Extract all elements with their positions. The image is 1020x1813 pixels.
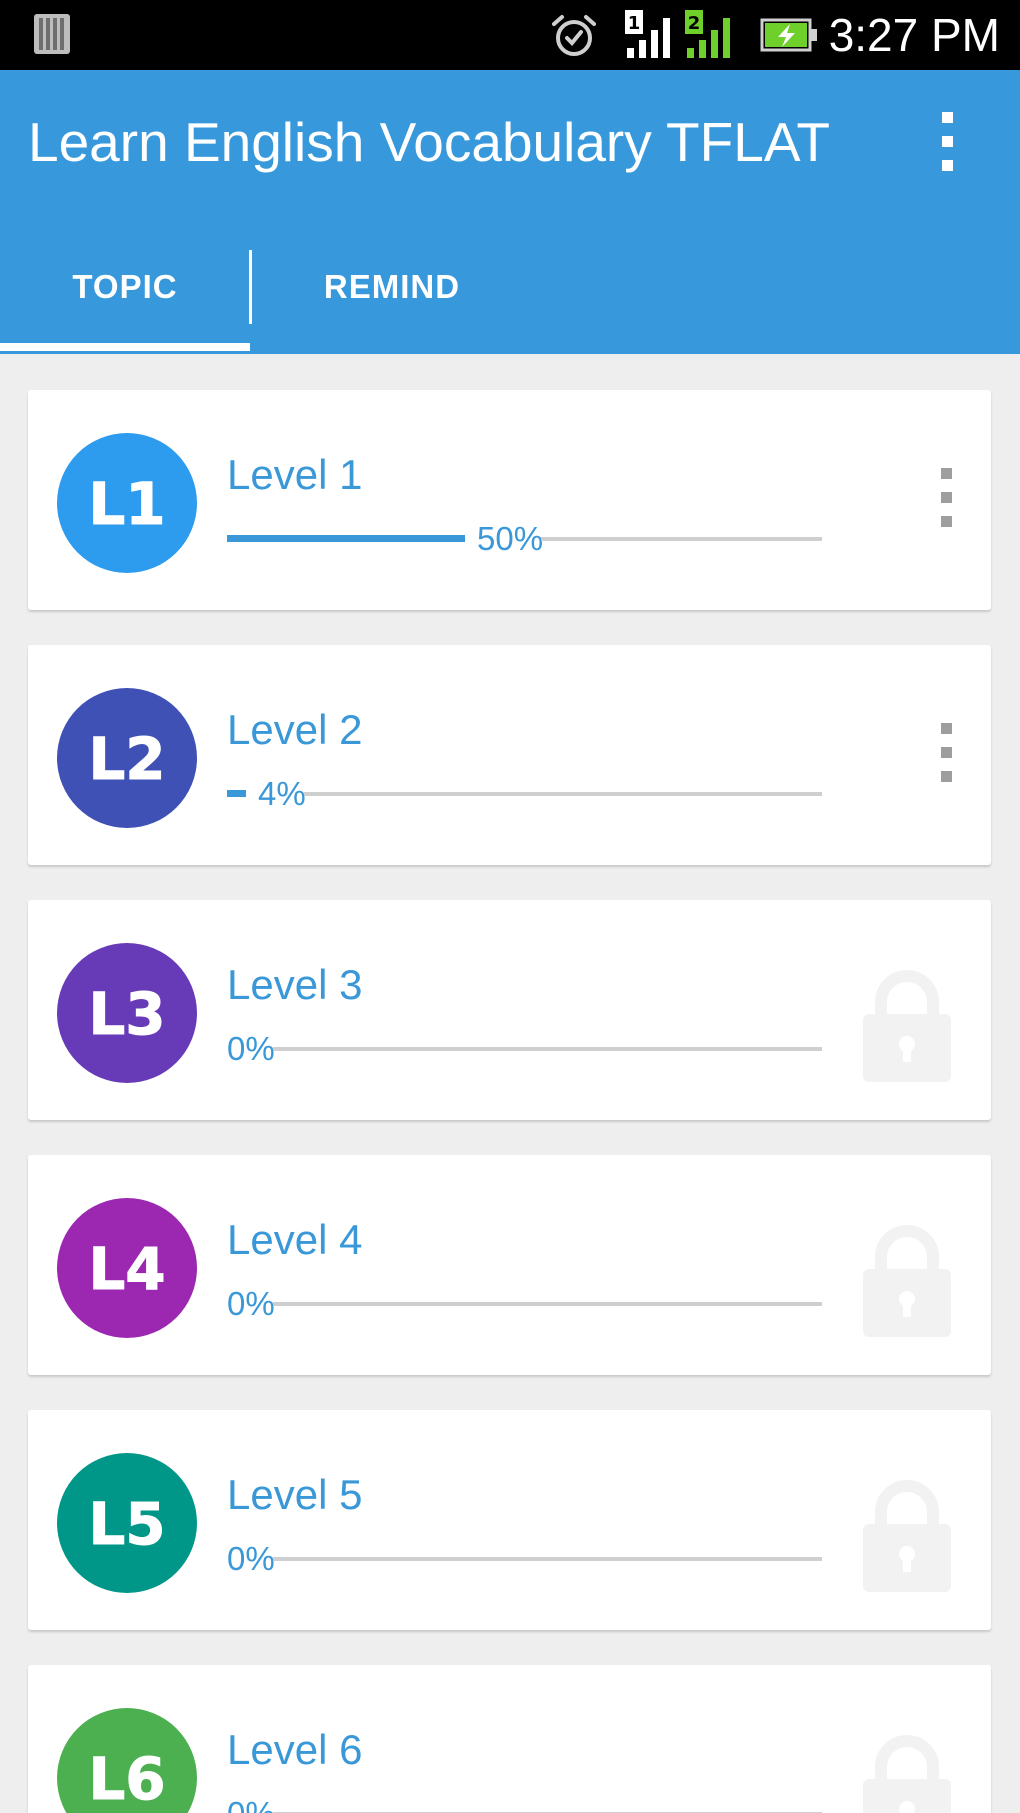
level-card[interactable]: L1 Level 1 50% <box>28 390 991 610</box>
level-badge-label: L4 <box>88 1235 165 1303</box>
level-badge-label: L3 <box>88 980 165 1048</box>
level-card[interactable]: L4 Level 4 0% <box>28 1155 991 1375</box>
level-card[interactable]: L5 Level 5 0% <box>28 1410 991 1630</box>
progress-bar: 0% <box>227 1538 822 1580</box>
status-bar: 1 2 3:27 PM <box>0 0 1020 70</box>
tab-selected-indicator <box>0 343 250 351</box>
lock-icon <box>863 1735 951 1813</box>
progress-bar: 0% <box>227 1028 822 1070</box>
sim2-signal-icon: 2 <box>685 10 730 58</box>
svg-text:1: 1 <box>628 13 641 34</box>
progress-track <box>273 1557 822 1561</box>
lock-icon <box>863 1480 951 1592</box>
level-overflow-menu-icon[interactable] <box>928 719 964 789</box>
level-card[interactable]: L3 Level 3 0% <box>28 900 991 1120</box>
level-badge-icon: L3 <box>56 942 198 1084</box>
progress-percent-label: 50% <box>477 520 544 557</box>
level-name: Level 2 <box>227 706 363 753</box>
level-badge-icon: L6 <box>56 1707 198 1813</box>
progress-bar: 50% <box>227 518 822 560</box>
status-clock: 3:27 PM <box>828 9 1000 61</box>
progress-percent-label: 0% <box>227 1793 275 1813</box>
svg-text:2: 2 <box>688 13 701 34</box>
progress-track <box>541 537 822 541</box>
progress-fill <box>227 535 465 542</box>
progress-percent-label: 0% <box>227 1540 275 1577</box>
tab-remind[interactable]: REMIND <box>252 250 532 324</box>
tab-topic[interactable]: TOPIC <box>0 250 250 324</box>
progress-percent-label: 4% <box>258 775 306 812</box>
level-badge-icon: L5 <box>56 1452 198 1594</box>
progress-track <box>304 792 822 796</box>
lock-icon <box>863 970 951 1082</box>
level-badge-icon: L4 <box>56 1197 198 1339</box>
progress-percent-label: 0% <box>227 1285 275 1322</box>
level-badge-label: L1 <box>88 470 165 538</box>
level-name: Level 5 <box>227 1471 363 1518</box>
level-list[interactable]: L1 Level 1 50% L2 Level 2 4% L3 Level 3 0% L4 Leve… <box>0 354 1020 1813</box>
level-badge-label: L5 <box>88 1490 165 1558</box>
sim1-signal-icon: 1 <box>625 10 670 58</box>
level-overflow-menu-icon[interactable] <box>928 464 964 534</box>
progress-bar: 0% <box>227 1793 822 1813</box>
app-title: Learn English Vocabulary TFLAT <box>28 111 831 173</box>
battery-charging-icon <box>760 18 817 52</box>
level-name: Level 3 <box>227 961 363 1008</box>
progress-percent-label: 0% <box>227 1030 275 1067</box>
level-badge-label: L6 <box>88 1745 165 1813</box>
level-name: Level 1 <box>227 451 363 498</box>
progress-track <box>273 1302 822 1306</box>
level-name: Level 4 <box>227 1216 363 1263</box>
progress-bar: 4% <box>227 773 822 815</box>
notification-icon <box>34 14 70 54</box>
level-card[interactable]: L6 Level 6 0% <box>28 1665 991 1813</box>
lock-icon <box>863 1225 951 1337</box>
progress-bar: 0% <box>227 1283 822 1325</box>
level-name: Level 6 <box>227 1726 363 1773</box>
progress-track <box>273 1047 822 1051</box>
alarm-icon <box>552 15 596 56</box>
level-badge-icon: L2 <box>56 687 198 829</box>
level-badge-icon: L1 <box>56 432 198 574</box>
overflow-menu-icon[interactable] <box>918 104 978 180</box>
progress-fill <box>227 790 246 797</box>
level-card[interactable]: L2 Level 2 4% <box>28 645 991 865</box>
level-badge-label: L2 <box>88 725 165 793</box>
app-bar: Learn English Vocabulary TFLAT TOPIC REM… <box>0 70 1020 354</box>
